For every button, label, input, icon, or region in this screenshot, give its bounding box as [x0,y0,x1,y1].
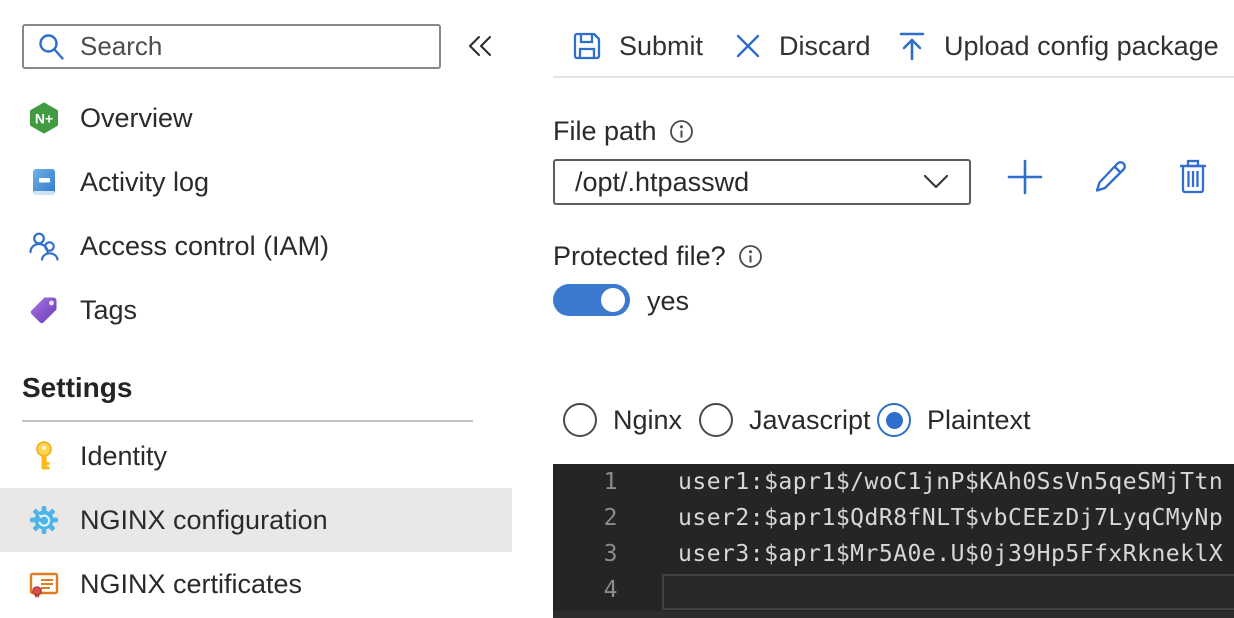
sidebar-divider [22,420,473,422]
toggle-knob [601,288,625,312]
upload-config-package-button[interactable]: Upload config package [896,26,1219,66]
add-file-button[interactable] [1005,157,1045,197]
radio-javascript[interactable]: Javascript [699,403,871,437]
trash-icon [1180,159,1206,194]
svg-text:N+: N+ [35,111,53,127]
settings-section-header: Settings [22,372,133,403]
close-x-icon [733,31,763,61]
gear-icon [28,504,60,536]
chevron-down-icon [923,174,949,190]
collapse-sidebar-button[interactable] [464,30,496,62]
radio-circle-checked-icon [877,403,911,437]
editor-line[interactable]: 4 [553,572,1234,608]
radio-nginx[interactable]: Nginx [563,403,682,437]
sidebar-item-label: Overview [80,102,193,133]
protected-file-label-text: Protected file? [553,241,726,271]
nginx-configuration-page: N+ Overview Activity log [0,0,1234,618]
radio-label: Javascript [749,404,871,435]
line-number: 2 [603,505,618,531]
tag-icon [28,294,60,326]
editor-line[interactable]: 1 user1:$apr1$/woC1jnP$KAh0SsVn5qeSMjTtn [553,464,1234,500]
search-box[interactable] [22,24,441,69]
sidebar: N+ Overview Activity log [0,0,553,618]
nginx-plus-icon: N+ [28,102,60,134]
radio-label: Plaintext [927,404,1031,435]
file-path-label-text: File path [553,116,657,146]
radio-circle-icon [699,403,733,437]
double-chevron-left-icon [469,36,491,56]
discard-label: Discard [779,30,871,61]
sidebar-item-nginx-certificates[interactable]: NGINX certificates [0,552,512,616]
delete-file-button[interactable] [1173,157,1213,197]
people-icon [28,230,60,262]
search-input[interactable] [80,31,427,62]
submit-label: Submit [619,30,704,61]
sidebar-item-activity-log[interactable]: Activity log [0,150,512,214]
activity-log-icon [28,166,60,198]
sidebar-item-label: Access control (IAM) [80,230,330,261]
sidebar-item-label: Tags [80,294,138,325]
search-icon [36,32,66,62]
plus-icon [1007,159,1043,195]
radio-circle-icon [563,403,597,437]
file-path-dropdown[interactable]: /opt/.htpasswd [553,159,971,205]
sidebar-item-overview[interactable]: N+ Overview [0,86,512,150]
sidebar-item-identity[interactable]: Identity [0,424,512,488]
info-icon[interactable] [669,119,694,144]
radio-label: Nginx [613,404,683,435]
sidebar-item-label: NGINX certificates [80,568,303,599]
edit-file-button[interactable] [1090,157,1130,197]
discard-button[interactable]: Discard [733,26,871,66]
pencil-icon [1095,161,1126,192]
sidebar-item-label: Activity log [80,166,210,197]
editor-line[interactable]: 3 user3:$apr1$Mr5A0e.U$0j39Hp5FfxRkneklX [553,536,1234,572]
file-path-label: File path [553,116,694,147]
toolbar-divider [553,76,1234,78]
save-icon [571,30,603,62]
sidebar-item-label: NGINX configuration [80,504,328,535]
editor-scrollbar-track[interactable] [553,611,1234,618]
line-content: user1:$apr1$/woC1jnP$KAh0SsVn5qeSMjTtn [678,469,1224,495]
editor-line[interactable]: 2 user2:$apr1$QdR8fNLT$vbCEEzDj7LyqCMyNp [553,500,1234,536]
file-path-value: /opt/.htpasswd [575,166,750,197]
protected-file-label: Protected file? [553,241,763,272]
line-number: 3 [603,541,618,567]
line-content: user2:$apr1$QdR8fNLT$vbCEEzDj7LyqCMyNp [678,505,1224,531]
line-number: 1 [603,469,618,495]
sidebar-item-label: Identity [80,440,168,471]
protected-file-toggle[interactable] [553,284,630,316]
key-icon [28,440,60,472]
config-file-editor[interactable]: 1 user1:$apr1$/woC1jnP$KAh0SsVn5qeSMjTtn… [553,464,1234,618]
upload-label: Upload config package [944,30,1219,61]
radio-plaintext[interactable]: Plaintext [877,403,1031,437]
sidebar-item-nginx-configuration[interactable]: NGINX configuration [0,488,512,552]
line-number: 4 [603,577,618,603]
main-panel: Submit Discard Upload config package Fil… [553,0,1234,618]
toggle-state-label: yes [647,286,690,316]
sidebar-item-tags[interactable]: Tags [0,278,512,342]
info-icon[interactable] [738,244,763,269]
certificate-icon [28,568,60,600]
submit-button[interactable]: Submit [571,26,703,66]
line-content: user3:$apr1$Mr5A0e.U$0j39Hp5FfxRkneklX [678,541,1224,567]
upload-icon [896,30,928,62]
sidebar-item-access-control[interactable]: Access control (IAM) [0,214,512,278]
